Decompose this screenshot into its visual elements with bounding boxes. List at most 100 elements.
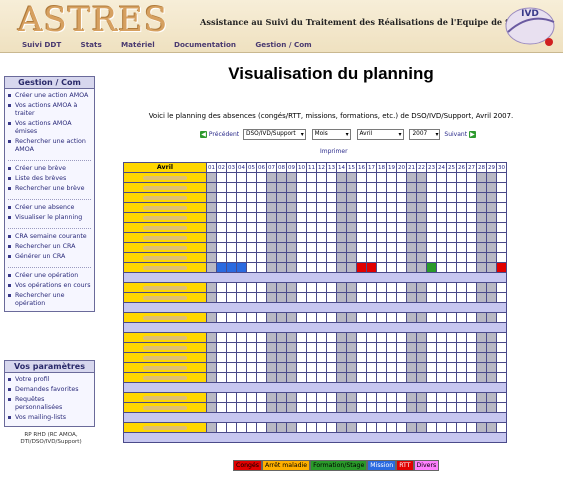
day-cell[interactable] xyxy=(476,172,487,183)
day-cell[interactable] xyxy=(346,202,357,213)
day-cell[interactable] xyxy=(446,372,457,383)
day-cell[interactable] xyxy=(206,252,217,263)
day-cell[interactable] xyxy=(266,192,277,203)
day-cell[interactable] xyxy=(466,332,477,343)
day-cell[interactable] xyxy=(476,192,487,203)
day-cell[interactable] xyxy=(256,422,267,433)
day-cell[interactable] xyxy=(426,352,437,363)
day-cell[interactable] xyxy=(416,172,427,183)
day-cell[interactable] xyxy=(346,312,357,323)
day-cell[interactable] xyxy=(276,182,287,193)
day-cell[interactable] xyxy=(376,332,387,343)
day-cell[interactable] xyxy=(446,232,457,243)
day-cell[interactable] xyxy=(456,172,467,183)
day-cell[interactable] xyxy=(386,402,397,413)
day-cell[interactable] xyxy=(326,392,337,403)
day-cell[interactable] xyxy=(376,232,387,243)
day-cell[interactable] xyxy=(356,282,367,293)
day-cell[interactable] xyxy=(356,342,367,353)
day-cell[interactable] xyxy=(326,352,337,363)
day-cell[interactable] xyxy=(346,222,357,233)
day-cell[interactable] xyxy=(496,362,507,373)
day-cell[interactable] xyxy=(336,352,347,363)
day-cell[interactable] xyxy=(316,202,327,213)
day-cell[interactable] xyxy=(396,182,407,193)
day-cell[interactable] xyxy=(316,222,327,233)
day-cell[interactable] xyxy=(306,292,317,303)
day-cell[interactable] xyxy=(366,372,377,383)
day-cell[interactable] xyxy=(246,232,257,243)
day-cell[interactable] xyxy=(416,202,427,213)
day-cell[interactable] xyxy=(476,182,487,193)
day-cell[interactable] xyxy=(386,342,397,353)
day-cell[interactable] xyxy=(246,392,257,403)
day-cell[interactable] xyxy=(496,202,507,213)
day-cell[interactable] xyxy=(426,422,437,433)
day-cell[interactable] xyxy=(276,362,287,373)
day-cell[interactable] xyxy=(496,402,507,413)
day-cell[interactable] xyxy=(426,172,437,183)
day-cell[interactable] xyxy=(266,262,277,273)
day-cell[interactable] xyxy=(336,192,347,203)
day-cell[interactable] xyxy=(246,362,257,373)
day-cell[interactable] xyxy=(206,212,217,223)
day-cell[interactable] xyxy=(426,402,437,413)
app-logo[interactable]: ASTRES xyxy=(18,0,168,40)
day-cell[interactable] xyxy=(476,332,487,343)
day-cell[interactable] xyxy=(246,242,257,253)
menu-item[interactable]: Rechercher une opération xyxy=(5,291,94,311)
day-cell[interactable] xyxy=(366,312,377,323)
day-cell[interactable] xyxy=(386,172,397,183)
day-cell[interactable] xyxy=(266,362,277,373)
day-cell[interactable] xyxy=(346,402,357,413)
day-cell[interactable] xyxy=(246,332,257,343)
day-cell[interactable] xyxy=(206,222,217,233)
day-cell[interactable] xyxy=(206,312,217,323)
day-cell[interactable] xyxy=(446,342,457,353)
day-cell[interactable] xyxy=(486,312,497,323)
day-cell[interactable] xyxy=(346,182,357,193)
day-cell[interactable] xyxy=(456,232,467,243)
day-cell[interactable] xyxy=(476,242,487,253)
menu-item[interactable]: Visualiser le planning xyxy=(5,213,94,223)
day-cell[interactable] xyxy=(226,372,237,383)
day-cell[interactable] xyxy=(476,422,487,433)
day-cell[interactable] xyxy=(406,182,417,193)
day-cell[interactable] xyxy=(256,372,267,383)
day-cell[interactable] xyxy=(426,312,437,323)
day-cell[interactable] xyxy=(346,352,357,363)
day-cell[interactable] xyxy=(406,332,417,343)
day-cell[interactable] xyxy=(436,402,447,413)
day-cell[interactable] xyxy=(436,202,447,213)
day-cell[interactable] xyxy=(366,342,377,353)
day-cell[interactable] xyxy=(236,372,247,383)
day-cell[interactable] xyxy=(326,362,337,373)
day-cell[interactable] xyxy=(386,372,397,383)
person-name[interactable] xyxy=(123,192,207,203)
day-cell[interactable] xyxy=(456,352,467,363)
day-cell[interactable] xyxy=(356,182,367,193)
day-cell[interactable] xyxy=(456,362,467,373)
day-cell[interactable] xyxy=(406,212,417,223)
day-cell[interactable] xyxy=(216,352,227,363)
day-cell[interactable] xyxy=(436,332,447,343)
day-cell[interactable] xyxy=(316,372,327,383)
day-cell[interactable] xyxy=(386,312,397,323)
day-cell[interactable] xyxy=(436,252,447,263)
day-cell[interactable] xyxy=(246,262,257,273)
day-cell[interactable] xyxy=(256,312,267,323)
day-cell[interactable] xyxy=(436,342,447,353)
day-cell[interactable] xyxy=(366,392,377,403)
day-cell[interactable] xyxy=(386,332,397,343)
day-cell[interactable] xyxy=(376,212,387,223)
day-cell[interactable] xyxy=(266,392,277,403)
day-cell[interactable] xyxy=(416,372,427,383)
day-cell[interactable] xyxy=(336,292,347,303)
day-cell[interactable] xyxy=(286,352,297,363)
day-cell[interactable] xyxy=(266,212,277,223)
day-cell[interactable] xyxy=(496,332,507,343)
day-cell[interactable] xyxy=(236,402,247,413)
day-cell[interactable] xyxy=(416,392,427,403)
day-cell[interactable] xyxy=(236,332,247,343)
person-name[interactable] xyxy=(123,202,207,213)
